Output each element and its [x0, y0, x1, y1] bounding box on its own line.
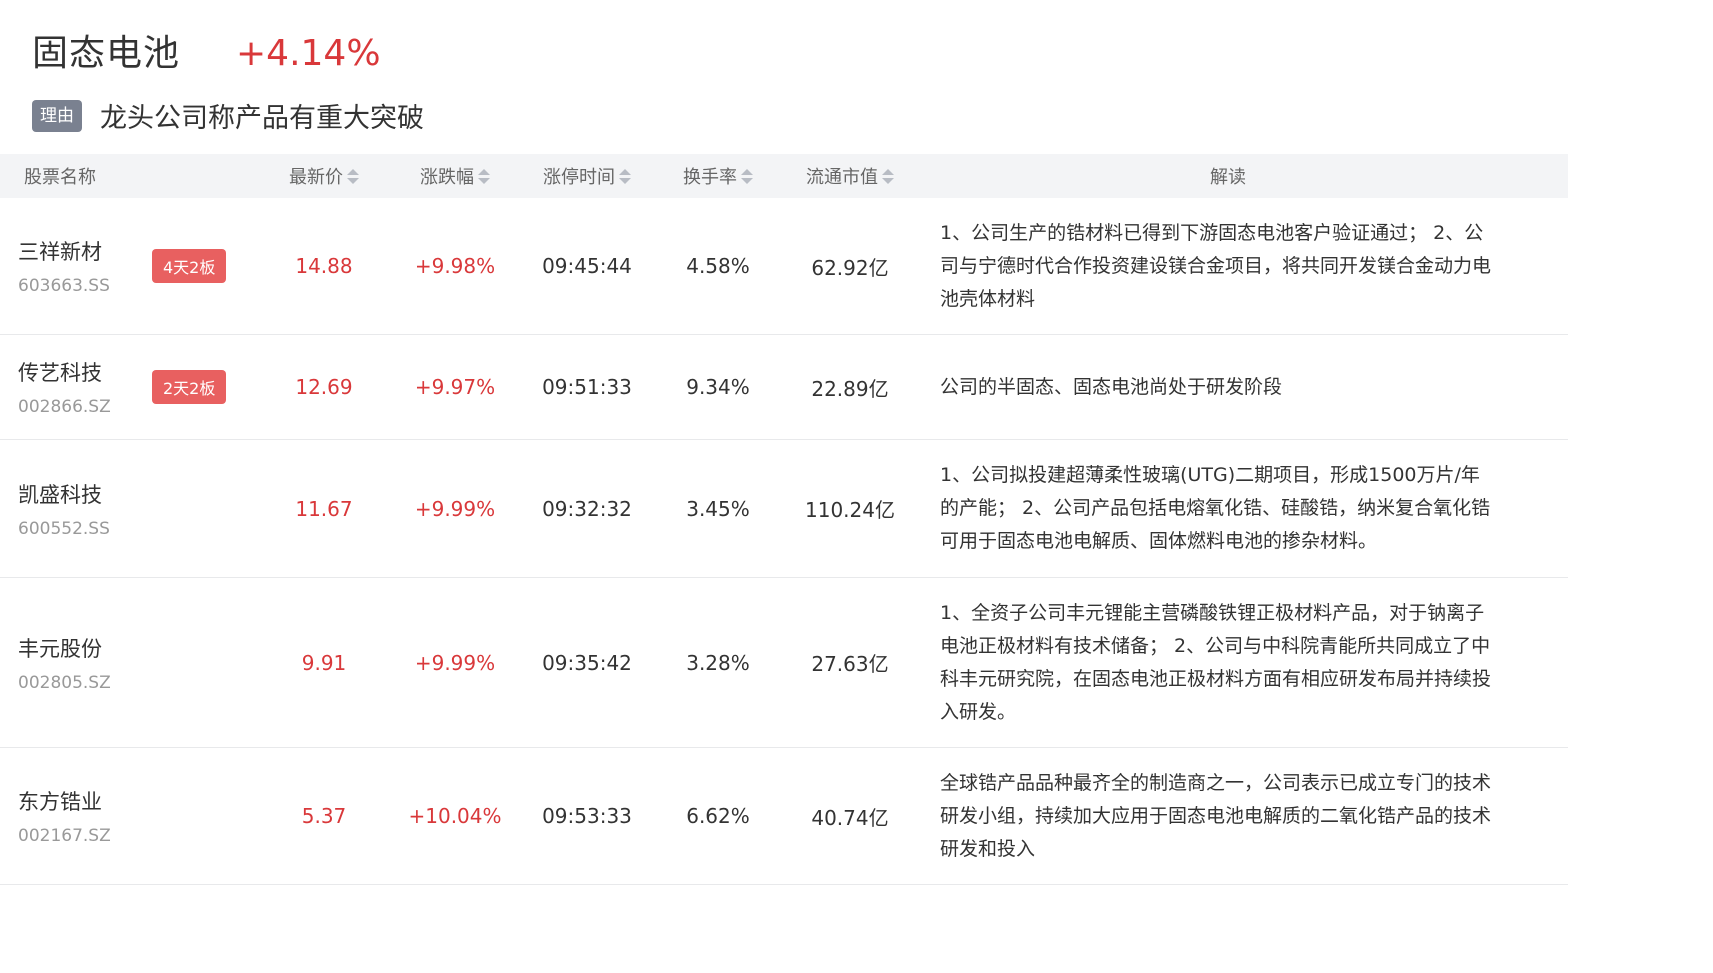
sector-title-row: 固态电池 +4.14% — [32, 24, 1532, 74]
stock-name-cell: 凯盛科技 600552.SS — [0, 479, 152, 539]
column-header-name: 股票名称 — [24, 167, 96, 188]
stock-code: 002866.SZ — [18, 397, 111, 417]
market-cap: 110.24亿 — [805, 498, 895, 522]
sort-icon[interactable] — [347, 168, 359, 184]
price: 5.37 — [301, 804, 347, 828]
price: 12.69 — [295, 375, 353, 399]
stock-name[interactable]: 传艺科技 — [18, 357, 152, 387]
turnover: 4.58% — [686, 254, 750, 278]
change: +10.04% — [408, 804, 502, 828]
reason-tag: 理由 — [32, 99, 82, 132]
limit-time: 09:45:44 — [542, 254, 632, 278]
limit-streak-badge: 2天2板 — [152, 370, 227, 404]
column-header-turnover[interactable]: 换手率 — [640, 163, 796, 189]
stock-name-cell: 丰元股份 002805.SZ — [0, 633, 152, 693]
stock-code: 002167.SZ — [18, 826, 111, 846]
badge-cell: 2天2板 — [152, 370, 272, 404]
limit-time: 09:53:33 — [542, 804, 632, 828]
stock-name[interactable]: 三祥新材 — [18, 236, 152, 266]
analysis: 1、公司生产的锆材料已得到下游固态电池客户验证通过； 2、公司与宁德时代合作投资… — [940, 221, 1492, 310]
sector-header: 固态电池 +4.14% 理由 龙头公司称产品有重大突破 — [32, 24, 1532, 135]
stock-code: 002805.SZ — [18, 672, 111, 693]
market-cap: 40.74亿 — [811, 805, 889, 830]
stock-name-cell: 三祥新材 603663.SS — [0, 236, 152, 296]
sort-icon[interactable] — [741, 168, 753, 184]
turnover: 6.62% — [686, 804, 750, 828]
market-cap: 27.63亿 — [811, 652, 889, 676]
turnover: 3.45% — [686, 496, 750, 521]
price: 9.91 — [301, 650, 347, 675]
price: 11.67 — [295, 496, 353, 521]
market-cap: 62.92亿 — [811, 255, 889, 280]
change: +9.97% — [414, 375, 496, 399]
table-row[interactable]: 凯盛科技 600552.SS 11.67 +9.99% 09:32:32 3.4… — [0, 440, 1568, 578]
change: +9.99% — [414, 650, 496, 675]
stock-name[interactable]: 丰元股份 — [18, 633, 152, 663]
column-header-analysis: 解读 — [1210, 167, 1246, 188]
sort-icon[interactable] — [619, 168, 631, 184]
table-row[interactable]: 东方锆业 002167.SZ 5.37 +10.04% 09:53:33 6.6… — [0, 748, 1568, 885]
limit-time: 09:32:32 — [542, 496, 632, 521]
change: +9.99% — [414, 496, 496, 521]
change: +9.98% — [414, 254, 496, 278]
limit-streak-badge: 4天2板 — [152, 249, 227, 283]
analysis: 1、全资子公司丰元锂能主营磷酸铁锂正极材料产品，对于钠离子电池正极材料有技术储备… — [940, 601, 1492, 723]
reason-text: 龙头公司称产品有重大突破 — [100, 103, 424, 134]
table-row[interactable]: 丰元股份 002805.SZ 9.91 +9.99% 09:35:42 3.28… — [0, 578, 1568, 748]
stock-name[interactable]: 东方锆业 — [18, 786, 152, 816]
sector-change: +4.14% — [236, 33, 381, 74]
column-header-price[interactable]: 最新价 — [272, 163, 376, 189]
limit-time: 09:51:33 — [542, 375, 632, 399]
stock-name-cell: 传艺科技 002866.SZ — [0, 357, 152, 417]
stock-code: 600552.SS — [18, 518, 110, 539]
column-header-limit-time[interactable]: 涨停时间 — [534, 163, 640, 189]
analysis: 1、公司拟投建超薄柔性玻璃(UTG)二期项目，形成1500万片/年的产能； 2、… — [940, 464, 1491, 552]
market-cap: 22.89亿 — [811, 376, 889, 401]
analysis: 全球锆产品品种最齐全的制造商之一，公司表示已成立专门的技术研发小组，持续加大应用… — [940, 771, 1492, 860]
turnover: 9.34% — [686, 375, 750, 399]
table-row[interactable]: 传艺科技 002866.SZ 2天2板 12.69 +9.97% 09:51:3… — [0, 335, 1568, 440]
stock-code: 603663.SS — [18, 276, 110, 296]
reason-row: 理由 龙头公司称产品有重大突破 — [32, 96, 1532, 135]
stock-name-cell: 东方锆业 002167.SZ — [0, 786, 152, 846]
column-header-change[interactable]: 涨跌幅 — [376, 163, 534, 189]
table-row[interactable]: 三祥新材 603663.SS 4天2板 14.88 +9.98% 09:45:4… — [0, 198, 1568, 335]
analysis: 公司的半固态、固态电池尚处于研发阶段 — [940, 375, 1283, 398]
badge-cell: 4天2板 — [152, 249, 272, 283]
stock-name[interactable]: 凯盛科技 — [18, 479, 152, 509]
sector-name[interactable]: 固态电池 — [32, 24, 180, 76]
limit-time: 09:35:42 — [542, 650, 632, 675]
sort-icon[interactable] — [882, 168, 894, 184]
table-header: 股票名称 最新价 涨跌幅 涨停时间 换手率 流通市值 解读 — [0, 154, 1568, 198]
sort-icon[interactable] — [478, 168, 490, 184]
turnover: 3.28% — [686, 650, 750, 675]
price: 14.88 — [295, 254, 353, 278]
stock-table: 股票名称 最新价 涨跌幅 涨停时间 换手率 流通市值 解读 三祥新材 60366… — [0, 154, 1568, 885]
column-header-market-cap[interactable]: 流通市值 — [796, 163, 904, 189]
